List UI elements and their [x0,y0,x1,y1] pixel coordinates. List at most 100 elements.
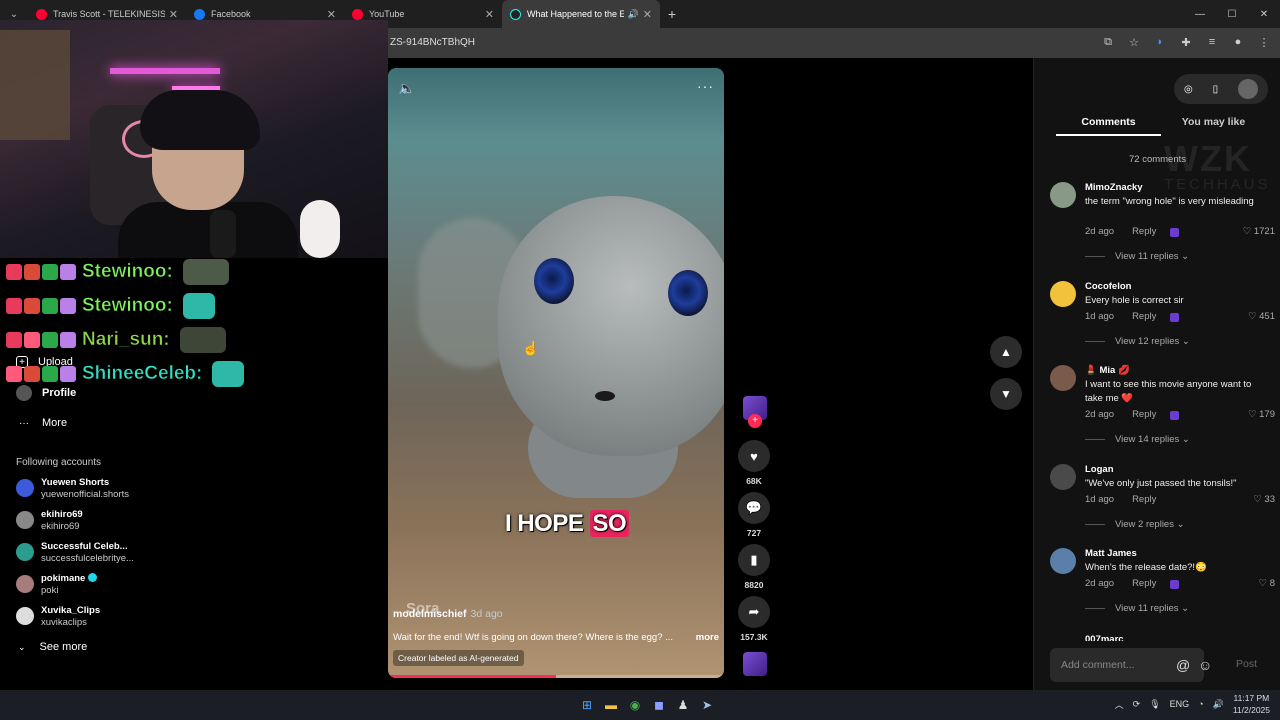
steam-icon[interactable]: ➤ [698,695,716,715]
more-nav[interactable]: ··· More [16,415,67,431]
video-author[interactable]: modelmischief 3d ago [393,608,503,620]
reply-button[interactable]: Reply [1132,494,1156,505]
follow-plus-icon[interactable]: + [748,414,762,428]
sticker-icon[interactable] [1170,313,1180,322]
minimize-icon[interactable]: — [1184,0,1216,28]
close-tab-icon[interactable]: ✕ [643,8,652,21]
sticker-icon[interactable] [1170,411,1180,420]
emoji-icon[interactable]: ☺ [1198,657,1212,673]
close-window-icon[interactable]: ✕ [1248,0,1280,28]
file-explorer-icon[interactable]: ▬ [602,695,620,715]
sticker-icon[interactable] [1170,228,1180,237]
following-account[interactable]: ekihiro69 ekihiro69 [16,509,83,533]
view-replies[interactable]: View 11 replies ⌄ [1085,251,1189,262]
device-icon[interactable]: ▯ [1213,84,1219,95]
comment-text: the term "wrong hole" is very misleading [1085,196,1254,207]
following-account[interactable]: Yuewen Shorts yuewenofficial.shorts [16,477,129,501]
following-account[interactable]: Successful Celeb... successfulcelebritye.… [16,541,134,565]
video-player[interactable]: 🔈 ··· I HOPE SO Sora modelmischief 3d ago… [388,68,724,678]
view-replies[interactable]: View 12 replies ⌄ [1085,336,1190,347]
extensions-puzzle-icon[interactable]: ✚ [1178,34,1194,50]
language-indicator[interactable]: ENG [1170,699,1190,709]
commenter-avatar[interactable] [1050,281,1076,307]
reply-button[interactable]: Reply [1132,311,1156,322]
tab-comments[interactable]: Comments [1056,116,1161,136]
like-button[interactable]: ♥ [738,440,770,472]
reading-list-icon[interactable]: ≡ [1204,34,1220,50]
new-tab-icon[interactable]: + [660,6,684,22]
avatar [16,607,34,625]
comment-like[interactable]: ♡ 179 [1248,409,1275,420]
next-video-button[interactable]: ▼ [990,378,1022,410]
chat-badge-icon [6,264,22,280]
comment-like[interactable]: ♡ 451 [1248,311,1275,322]
discord-icon[interactable]: ◼ [650,695,668,715]
chat-badge-icon [60,298,76,314]
post-button[interactable]: Post [1236,658,1257,670]
view-replies[interactable]: View 11 replies ⌄ [1085,603,1189,614]
tray-chevron-icon[interactable]: ︿ [1115,698,1124,711]
comment-like[interactable]: ♡ 1721 [1243,226,1275,237]
mention-icon[interactable]: @ [1176,657,1190,673]
bookmark-star-icon[interactable]: ☆ [1126,34,1142,50]
video-progress-bar[interactable] [388,675,724,678]
next-commenter-name[interactable]: 007marc [1085,634,1124,641]
share-button[interactable]: ➦ [738,596,770,628]
reply-button[interactable]: Reply [1132,226,1156,237]
comment-like[interactable]: ♡ 33 [1253,494,1275,505]
install-app-icon[interactable]: ⧉ [1100,34,1116,50]
compass-icon[interactable]: ◎ [1184,84,1193,95]
close-tab-icon[interactable]: ✕ [485,8,494,21]
tab-title: YouTube [369,9,405,19]
add-comment-input[interactable]: Add comment... @ ☺ [1050,648,1212,682]
view-replies[interactable]: View 2 replies ⌄ [1085,519,1185,530]
save-button[interactable]: ▮ [738,544,770,576]
previous-video-button[interactable]: ▲ [990,336,1022,368]
commenter-name[interactable]: MimoZnacky [1085,182,1143,193]
see-more-label: See more [39,641,88,653]
user-avatar[interactable] [1238,79,1259,99]
sound-disc-icon[interactable] [743,652,767,676]
speaker-icon[interactable]: 🔊 [628,9,639,20]
chat-badge-icon [60,264,76,280]
chrome-icon[interactable]: ◉ [626,695,644,715]
author-name[interactable]: modelmischief [393,608,467,620]
commenter-avatar[interactable] [1050,548,1076,574]
commenter-avatar[interactable] [1050,464,1076,490]
close-tab-icon[interactable]: ✕ [169,8,178,21]
app-icon[interactable]: ♟ [674,695,692,715]
url-text[interactable]: ZS-914BNcTBhQH [390,37,475,48]
wifi-icon[interactable]: ◔ [1198,699,1203,709]
following-account[interactable]: Xuvika_Clips xuvikaclips [16,605,100,629]
extension-icon[interactable]: ◗ [1152,34,1168,50]
maximize-icon[interactable]: ☐ [1216,0,1248,28]
avatar [16,479,34,497]
commenter-name[interactable]: Cocofelon [1085,281,1131,292]
commenter-name[interactable]: Matt James [1085,548,1137,559]
profile-avatar-icon[interactable]: ● [1230,34,1246,50]
tab-you-may-like[interactable]: You may like [1161,116,1266,136]
clock[interactable]: 11:17 PM 11/2/2025 [1233,692,1270,716]
browser-menu-icon[interactable]: ⋮ [1256,34,1272,50]
commenter-avatar[interactable] [1050,182,1076,208]
volume-icon[interactable]: 🔈 [398,80,415,97]
following-account[interactable]: pokimane poki [16,573,98,597]
windows-start-icon[interactable]: ⊞ [578,695,596,715]
more-options-icon[interactable]: ··· [697,78,714,94]
commenter-avatar[interactable] [1050,365,1076,391]
tray-app-icon[interactable]: ⟳ [1133,699,1141,710]
comment-like[interactable]: ♡ 8 [1259,578,1275,589]
close-tab-icon[interactable]: ✕ [327,8,336,21]
commenter-name[interactable]: Logan [1085,464,1114,475]
volume-tray-icon[interactable]: 🔊 [1213,699,1224,710]
sticker-icon[interactable] [1170,580,1180,589]
microphone-icon[interactable]: 🎙 [1149,699,1160,710]
description-more-link[interactable]: more [696,632,719,643]
view-replies[interactable]: View 14 replies ⌄ [1085,434,1190,445]
browser-tab-tiktok[interactable]: What Happened to the Egg 🔊 ✕ [502,0,660,28]
see-more-button[interactable]: ⌄ See more [18,641,87,653]
commenter-name[interactable]: 💄 Mia 💋 [1085,365,1130,376]
comment-button[interactable]: 💬 [738,492,770,524]
reply-button[interactable]: Reply [1132,578,1156,589]
reply-button[interactable]: Reply [1132,409,1156,420]
